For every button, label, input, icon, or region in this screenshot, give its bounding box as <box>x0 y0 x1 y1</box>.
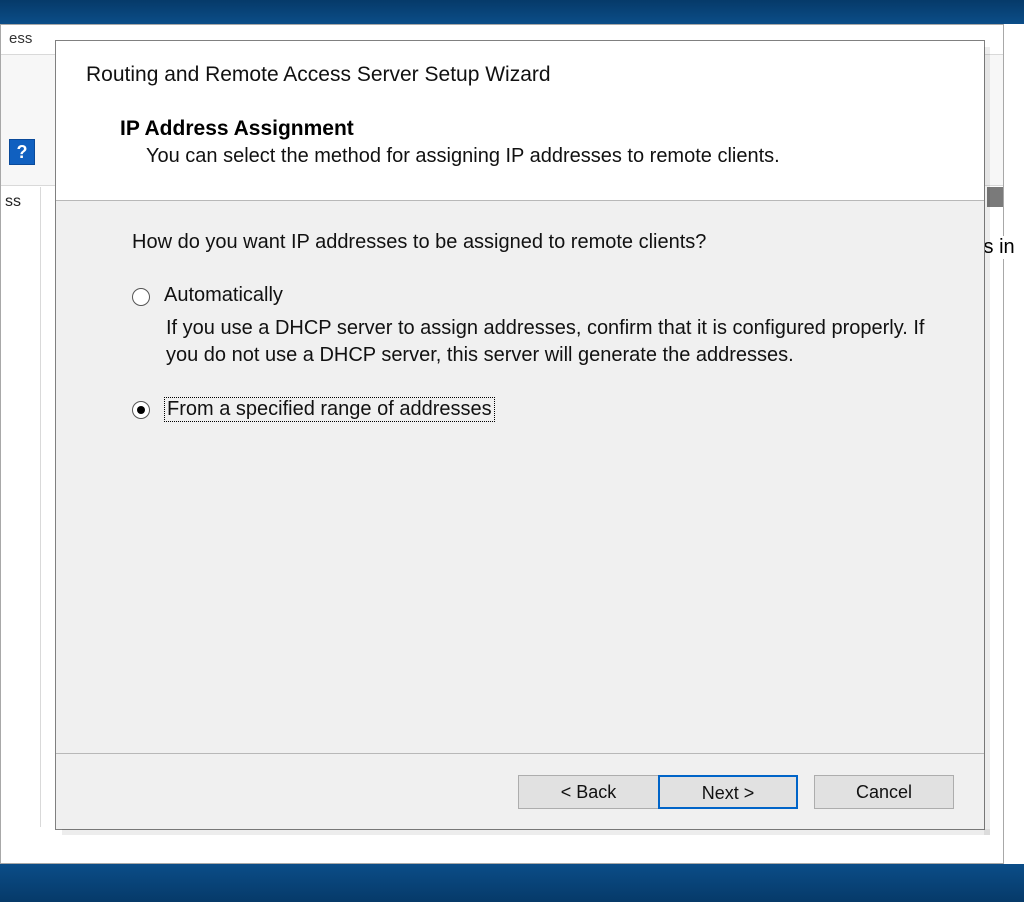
wizard-title: Routing and Remote Access Server Setup W… <box>86 63 954 87</box>
tree-pane-fragment: ss <box>1 187 41 827</box>
setup-wizard-dialog: Routing and Remote Access Server Setup W… <box>55 40 985 830</box>
wizard-step-heading: IP Address Assignment <box>120 117 954 141</box>
help-icon[interactable]: ? <box>9 139 35 165</box>
radio-specified-range[interactable]: From a specified range of addresses <box>132 397 944 422</box>
radio-icon <box>132 288 150 306</box>
wizard-header: Routing and Remote Access Server Setup W… <box>56 41 984 201</box>
radio-automatically-desc: If you use a DHCP server to assign addre… <box>166 315 944 369</box>
desktop-top-strip <box>0 0 1024 24</box>
radio-label: From a specified range of addresses <box>164 397 495 422</box>
wizard-step-description: You can select the method for assigning … <box>146 145 954 168</box>
radio-automatically[interactable]: Automatically <box>132 284 944 307</box>
wizard-footer: < Back Next > Cancel <box>56 753 984 829</box>
next-button[interactable]: Next > <box>658 775 798 809</box>
cancel-button[interactable]: Cancel <box>814 775 954 809</box>
radio-label: Automatically <box>164 284 283 307</box>
radio-icon <box>132 401 150 419</box>
wizard-body: How do you want IP addresses to be assig… <box>56 201 984 422</box>
back-button[interactable]: < Back <box>518 775 658 809</box>
taskbar-strip <box>0 864 1024 902</box>
wizard-question: How do you want IP addresses to be assig… <box>132 231 944 254</box>
